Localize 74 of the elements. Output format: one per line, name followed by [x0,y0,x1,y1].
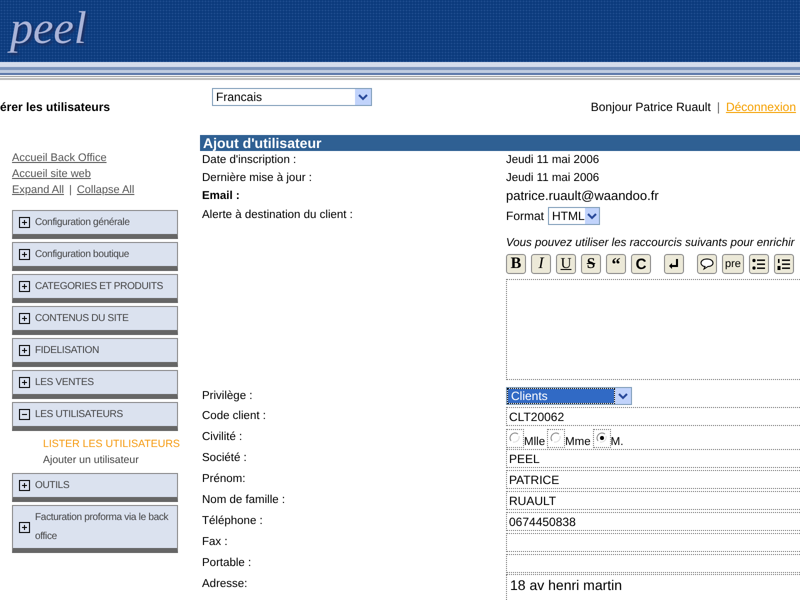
separator-text: | [68,184,72,196]
expand-all-link[interactable]: Expand All [12,184,64,196]
nav-link[interactable]: Accueil site web [12,168,91,180]
field-label: Prénom: [201,472,246,487]
return-button[interactable] [664,254,684,274]
input-field[interactable]: PATRICE [506,470,800,489]
menu-item[interactable]: LES VENTES [12,370,178,399]
format-button[interactable]: B [506,254,526,274]
hint-text: Vous pouvez utiliser les raccourcis suivants pour enrichir [506,236,796,251]
field-value: Jeudi 11 mai 2006 [506,172,600,184]
menu-item[interactable]: LES UTILISATEURS [12,402,178,431]
radio-circle-icon [509,432,521,444]
speech-bubble-icon [700,258,714,270]
menu-item[interactable]: FIDELISATION [12,338,178,367]
menu-item[interactable]: Facturation proforma via le back office [12,505,178,553]
field-label: Adresse: [201,577,248,592]
field-label: Fax : [201,535,229,550]
page-title: érer les utilisateurs [0,100,112,114]
format-button[interactable]: S [581,254,601,274]
nav-link[interactable]: Accueil Back Office [12,152,107,164]
field-label: Email : [201,189,241,204]
format-button[interactable]: U [556,254,576,274]
field-label: Société : [201,451,248,466]
language-select[interactable]: Francais [212,88,372,106]
collapse-all-link[interactable]: Collapse All [76,184,134,196]
radio-circle-icon [550,432,562,444]
field-label: Alerte à destination du client : [201,208,354,223]
numbered-list-icon [776,258,791,270]
format-button[interactable]: “ [606,254,626,274]
format-button[interactable]: I [531,254,551,274]
menu-item[interactable]: Configuration boutique [12,242,178,271]
bullet-list-button[interactable] [748,254,769,274]
address-field[interactable]: 18 av henri martin [506,574,800,600]
menu-item[interactable]: Configuration générale [12,210,178,239]
bullet-list-icon [752,258,766,270]
field-label: Civilité : [201,430,244,445]
input-field[interactable] [506,533,800,552]
input-field[interactable]: CLT20062 [506,407,800,426]
field-label: Code client : [201,409,267,424]
field-label: Date d'inscription : [201,153,298,168]
comment-button[interactable] [697,254,717,274]
radio-circle-icon [596,432,608,444]
field-label: Téléphone : [201,514,264,529]
format-button[interactable]: pre [722,254,744,274]
input-field[interactable]: RUAULT [506,491,800,510]
radio-label: Mlle [524,436,546,448]
radio-button[interactable] [592,429,611,448]
menu-item[interactable]: CATEGORIES ET PRODUITS [12,274,178,303]
radio-label: M. [610,436,624,448]
field-value: patrice.ruault@waandoo.fr [506,188,659,203]
menu-item[interactable]: CONTENUS DU SITE [12,306,178,335]
privilege-select[interactable]: Clients [506,387,632,405]
greeting-text: Bonjour Patrice Ruault [590,100,711,114]
return-icon [668,258,680,270]
format-label: Format [506,209,544,223]
field-label: Privilège : [201,389,254,404]
input-field[interactable] [506,554,800,573]
separator-text: | [716,100,720,114]
form-title: Ajout d'utilisateur [200,135,800,151]
format-select[interactable]: HTML [548,207,600,225]
radio-button[interactable] [547,429,566,448]
format-button[interactable]: C [631,254,651,274]
field-label: Portable : [201,556,252,571]
submenu-item[interactable]: Ajouter un utilisateur [43,452,139,468]
numbered-list-button[interactable] [774,254,794,274]
field-value: Jeudi 11 mai 2006 [506,154,600,166]
input-field[interactable]: 0674450838 [506,512,800,531]
field-label: Dernière mise à jour : [201,171,313,186]
radio-label: Mme [565,436,591,448]
field-label: Nom de famille : [201,493,286,508]
menu-item[interactable]: OUTILS [12,473,178,502]
radio-button[interactable] [506,429,524,448]
input-field[interactable]: PEEL [506,449,800,468]
logo: peel [6,1,97,57]
